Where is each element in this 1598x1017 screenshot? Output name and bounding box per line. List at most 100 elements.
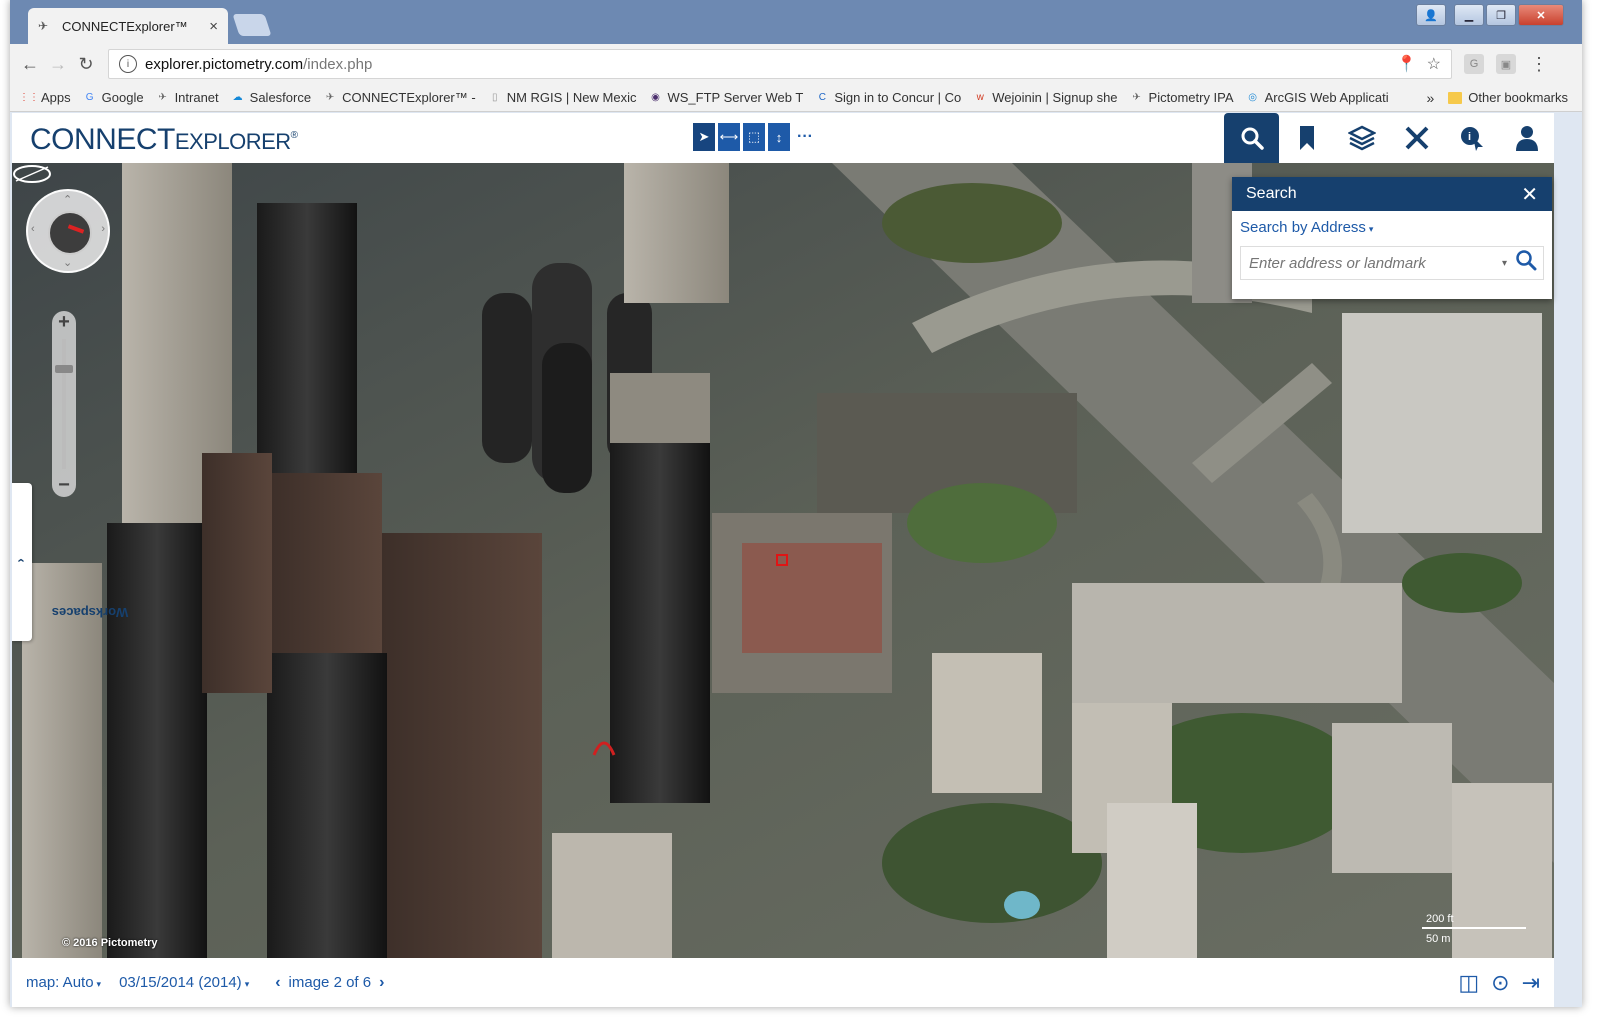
bookmark-label: Intranet (174, 90, 219, 105)
reload-icon[interactable]: ↻ (72, 54, 100, 75)
pictometry-eye-logo-icon (13, 165, 51, 183)
search-input[interactable] (1247, 253, 1494, 273)
bookmark-label: CONNECTExplorer™ - (342, 90, 476, 105)
search-submit-icon[interactable] (1515, 249, 1537, 277)
measure-height-icon[interactable]: ↕ (768, 123, 790, 151)
browser-tab[interactable]: ✈ CONNECTExplorer™ × (28, 8, 228, 44)
extension-icon[interactable]: G (1464, 54, 1484, 74)
svg-text:i: i (1468, 131, 1471, 143)
bookmark-item[interactable]: ✈ Pictometry IPA (1130, 90, 1233, 105)
pictometry-icon: ✈ (1132, 92, 1141, 103)
more-bookmarks-button[interactable]: » (1427, 90, 1435, 106)
info-icon[interactable]: i (119, 55, 137, 73)
bookmark-label: WS_FTP Server Web T (667, 90, 804, 105)
close-window-button[interactable]: ✕ (1518, 4, 1564, 26)
zoom-out-button[interactable]: − (52, 474, 76, 497)
chevron-down-icon[interactable]: ▾ (1502, 258, 1507, 269)
bookmark-item[interactable]: w Wejoinin | Signup she (973, 90, 1118, 105)
bookmark-item[interactable]: ◉ WS_FTP Server Web T (648, 90, 803, 105)
pictometry-icon: ✈ (38, 19, 49, 33)
search-by-dropdown[interactable]: Address ▾ (1311, 219, 1374, 236)
forward-icon[interactable]: → (44, 54, 72, 75)
tab-title: CONNECTExplorer™ (62, 18, 188, 34)
search-by-row: Search by Address ▾ (1232, 211, 1552, 240)
scale-feet-label: 200 ft (1426, 913, 1454, 925)
pictometry-icon: ✈ (325, 92, 335, 103)
profile-icon[interactable]: 👤 (1416, 4, 1446, 26)
compass-rotate-control[interactable]: ⌃ ‹ › ⌄ (26, 189, 110, 273)
map-toolbar: ➤ ⟷ ⬚ ↕ ··· (693, 123, 817, 151)
status-bar: map: Auto ▾ 03/15/2014 (2014) ▾ ‹ image 2 … (12, 958, 1554, 1007)
map-mode-dropdown[interactable]: map: Auto ▾ (26, 974, 101, 991)
top-icon-bar: i (1224, 113, 1554, 163)
bookmark-item[interactable]: G Google (83, 90, 144, 105)
previous-image-button[interactable]: ‹ (275, 974, 280, 992)
minimize-button[interactable]: ▁ (1454, 4, 1484, 26)
bookmark-item[interactable]: ▯ NM RGIS | New Mexic (488, 90, 637, 105)
page-icon: ▯ (491, 92, 498, 103)
browser-menu-icon[interactable]: ⋮ (1530, 54, 1548, 75)
location-pin-icon[interactable]: 📍 (1397, 54, 1417, 74)
other-bookmarks-button[interactable]: Other bookmarks (1448, 90, 1568, 105)
google-icon: G (85, 92, 94, 103)
compass-needle-icon (67, 224, 85, 234)
workspaces-label: Workspaces › (12, 558, 129, 620)
bookmark-label: Apps (41, 90, 71, 105)
bookmark-label: Salesforce (249, 90, 312, 105)
search-panel-title: Search (1246, 185, 1297, 202)
zoom-thumb[interactable] (55, 365, 73, 373)
bookmark-item[interactable]: ✈ Intranet (156, 90, 219, 105)
extension-icon[interactable]: ▣ (1496, 54, 1516, 74)
workspaces-tab[interactable]: Workspaces › (12, 483, 129, 641)
new-tab-button[interactable] (232, 14, 272, 36)
navigate-icon[interactable]: ⊙ (1491, 970, 1509, 996)
compass-dial (48, 211, 92, 255)
copyright-text: © 2016 Pictometry (62, 937, 158, 949)
search-field-wrapper: ▾ (1240, 246, 1544, 280)
search-icon[interactable] (1224, 113, 1279, 163)
bookmark-item[interactable]: ☁ Salesforce (231, 90, 311, 105)
close-tab-icon[interactable]: × (209, 18, 218, 35)
bookmark-label: ArcGIS Web Applicati (1264, 90, 1389, 105)
rotate-left-icon[interactable]: ‹ (31, 223, 35, 235)
rotate-down-icon[interactable]: ⌄ (63, 256, 72, 269)
more-tools-button[interactable]: ··· (793, 123, 817, 151)
search-by-label: Search by (1240, 219, 1308, 236)
export-icon[interactable]: ⇥ (1522, 970, 1540, 996)
url-host: explorer.pictometry.com (145, 55, 304, 73)
rotate-right-icon[interactable]: › (101, 223, 105, 235)
layers-icon[interactable] (1334, 113, 1389, 163)
scale-meters-label: 50 m (1426, 933, 1451, 945)
back-icon[interactable]: ← (16, 54, 44, 75)
rotate-up-icon[interactable]: ⌃ (63, 193, 72, 206)
close-icon[interactable]: ✕ (1521, 182, 1538, 207)
bookmark-item[interactable]: ⋮⋮ Apps (19, 90, 71, 105)
bookmark-icon[interactable] (1279, 113, 1334, 163)
scale-line (1422, 927, 1526, 929)
measure-area-icon[interactable]: ⬚ (743, 123, 765, 151)
user-icon[interactable] (1499, 113, 1554, 163)
app-logo: CONNECTEXPLORER® (30, 123, 298, 156)
salesforce-cloud-icon: ☁ (232, 92, 243, 103)
zoom-slider[interactable]: + − (52, 311, 76, 497)
zoom-in-button[interactable]: + (52, 311, 76, 334)
bookmark-item[interactable]: ◎ ArcGIS Web Applicati (1246, 90, 1389, 105)
identify-icon[interactable]: i (1444, 113, 1499, 163)
split-view-icon[interactable]: ◫ (1458, 970, 1479, 996)
bookmark-item[interactable]: C Sign in to Concur | Co (815, 90, 962, 105)
window-controls: 👤 ▁ ❐ ✕ (1416, 4, 1564, 26)
bookmark-label: NM RGIS | New Mexic (506, 90, 637, 105)
measure-distance-icon[interactable]: ⟷ (718, 123, 740, 151)
next-image-button[interactable]: › (379, 974, 384, 992)
tools-icon[interactable] (1389, 113, 1444, 163)
bookmark-item[interactable]: ✈ CONNECTExplorer™ - (323, 90, 476, 105)
wejoinin-icon: w (976, 92, 984, 103)
other-bookmarks-label: Other bookmarks (1468, 90, 1568, 105)
url-input[interactable]: i explorer.pictometry.com/index.php 📍 ☆ (108, 49, 1452, 79)
select-arrow-icon[interactable]: ➤ (693, 123, 715, 151)
zoom-track[interactable] (62, 339, 66, 469)
maximize-button[interactable]: ❐ (1486, 4, 1516, 26)
pictometry-icon: ✈ (158, 92, 167, 103)
star-icon[interactable]: ☆ (1427, 54, 1441, 74)
capture-date-dropdown[interactable]: 03/15/2014 (2014) ▾ (119, 974, 249, 991)
